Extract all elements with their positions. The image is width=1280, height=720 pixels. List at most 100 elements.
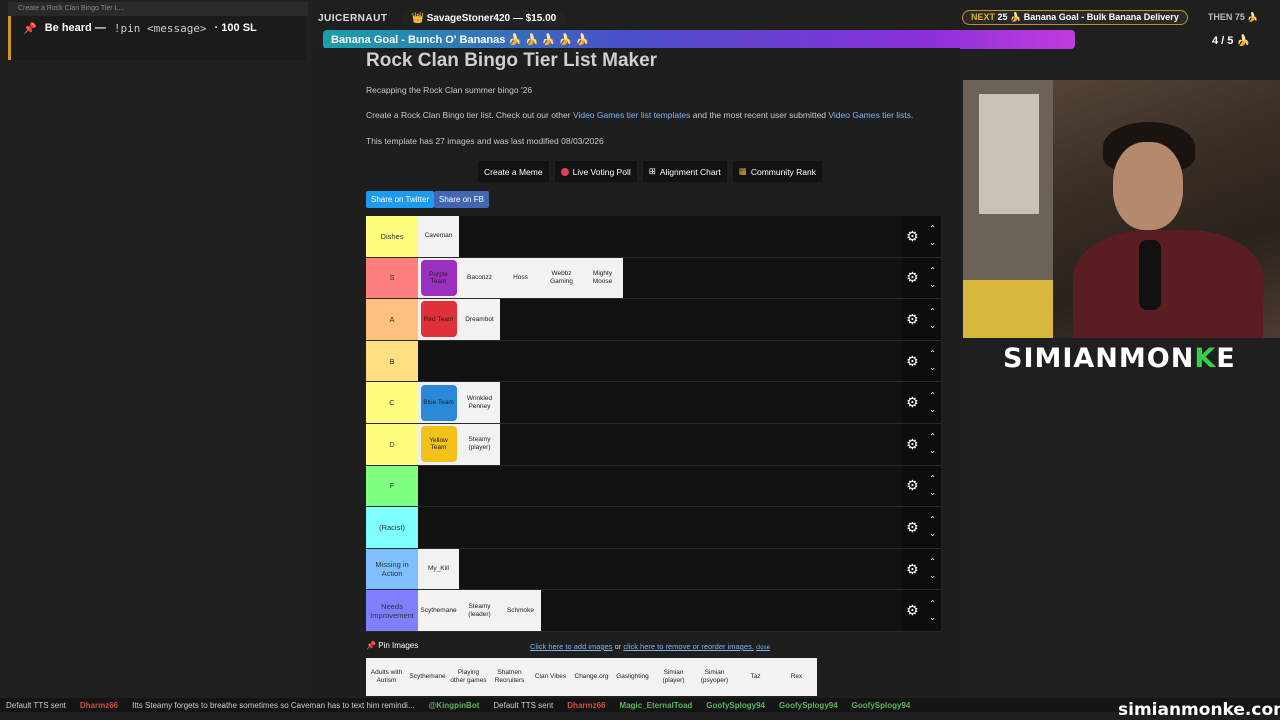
reorder-images-link[interactable]: click here to remove or reorder images. [623,642,753,651]
tier-label[interactable]: D [366,423,418,465]
chevron-down-icon[interactable]: ⌄ [929,319,936,333]
tier-label[interactable]: A [366,299,418,340]
tier-row: Needs Improvement Scythemane Steamy (leade… [366,590,941,632]
create-meme-button[interactable]: Create a Meme [478,161,549,182]
chevron-up-icon[interactable]: ⌃ [929,555,936,569]
tier-item[interactable]: Dreambot [459,299,500,340]
chevron-up-icon[interactable]: ⌃ [929,597,936,611]
tier-label[interactable]: (Racist) [366,507,418,548]
ticker-username: GoofySplogy94 [851,700,911,710]
gear-icon[interactable]: ⚙ [906,353,919,370]
chevron-up-icon[interactable]: ⌃ [929,430,936,444]
live-voting-poll-button[interactable]: Live Voting Poll [554,161,637,182]
poll-dot-icon [560,167,569,176]
chevron-up-icon[interactable]: ⌃ [929,305,936,319]
tier-row: (Racist) ⚙ ⌃ ⌄ [366,507,941,549]
alignment-chart-button[interactable]: ⊞ Alignment Chart [642,161,727,182]
grid-icon: ⊞ [648,166,656,176]
bank-item[interactable]: Gaslighting [612,658,653,696]
tier-item[interactable]: Caveman [418,216,459,257]
tier-label[interactable]: Missing in Action [366,548,418,590]
tier-label[interactable]: Dishes [366,216,418,257]
image-bank: Adults with Autism Scythemane Playing othe… [366,658,817,696]
bank-item[interactable]: Taz [735,658,776,696]
chevron-up-icon[interactable]: ⌃ [929,347,936,361]
bank-item[interactable]: Rex [776,658,817,696]
tier-item[interactable]: Mighty Moose [582,257,623,299]
tier-label[interactable]: S [366,257,418,299]
chevron-up-icon[interactable]: ⌃ [929,472,936,486]
pin-command: !pin <message> [113,22,207,35]
browser-tab[interactable]: Create a Rock Clan Bingo Tier L... [8,2,308,16]
tier-item[interactable]: Hoss [500,257,541,299]
tier-label[interactable]: F [366,465,418,507]
gear-icon[interactable]: ⚙ [906,561,919,578]
tier-item[interactable]: Wrinkled Penney [459,382,500,423]
tier-controls: ⚙ ⌃ ⌄ [901,590,941,631]
add-images-link[interactable]: Click here to add images [530,642,613,651]
tier-label[interactable]: Needs Improvement [366,590,418,631]
bank-item[interactable]: Simian (psyoper) [694,658,735,696]
gear-icon[interactable]: ⚙ [906,228,919,245]
chevron-down-icon[interactable]: ⌄ [929,403,936,417]
gear-icon[interactable]: ⚙ [906,394,919,411]
bank-item[interactable]: Scythemane [407,658,448,696]
next-goal-pill: NEXT 25 🍌 Banana Goal - Bulk Banana Deli… [962,9,1188,25]
tier-controls: ⚙ ⌃ ⌄ [901,216,941,257]
gear-icon[interactable]: ⚙ [906,436,919,453]
chevron-up-icon[interactable]: ⌃ [929,389,936,403]
chevron-down-icon[interactable]: ⌄ [929,361,936,375]
gear-icon[interactable]: ⚙ [906,269,919,286]
bank-item[interactable]: Adults with Autism [366,658,407,696]
gear-icon[interactable]: ⚙ [906,602,919,619]
templates-link[interactable]: Video Games tier list templates [573,110,690,120]
chevron-down-icon[interactable]: ⌄ [929,611,936,625]
chevron-down-icon[interactable]: ⌄ [929,486,936,500]
share-fb-button[interactable]: Share on FB [434,191,489,208]
chevron-down-icon[interactable]: ⌄ [929,444,936,458]
gear-icon[interactable]: ⚙ [906,519,919,536]
tier-controls: ⚙ ⌃ ⌄ [901,507,941,548]
share-twitter-button[interactable]: Share on Twitter [366,191,435,208]
tier-item[interactable]: My_Kill [418,548,459,590]
bank-item[interactable]: Simian (player) [653,658,694,696]
chevron-down-icon[interactable]: ⌄ [929,569,936,583]
chevron-down-icon[interactable]: ⌄ [929,236,936,250]
tier-item[interactable]: Purple Team [418,257,459,299]
user-lists-link[interactable]: Video Games tier lists [828,110,911,120]
tier-item[interactable]: Steamy (player) [459,423,500,465]
watermark: simianmonke.com [1118,700,1280,720]
tier-list-page: Rock Clan Bingo Tier List Maker Recappin… [312,48,960,696]
tier-item[interactable]: Baconzz [459,257,500,299]
tier-item[interactable]: Scythemane [418,590,459,631]
bank-item[interactable]: Change.org [571,658,612,696]
tier-item[interactable]: Red Team [418,299,459,340]
community-rank-button[interactable]: ▦ Community Rank [732,161,823,182]
banana-goal-bar: Banana Goal - Bunch O' Bananas 🍌 🍌 🍌 🍌 🍌 [323,30,1075,49]
tier-item[interactable]: Schmoke [500,590,541,631]
chevron-up-icon[interactable]: ⌃ [929,513,936,527]
add-images-row: Click here to add images or click here t… [530,642,770,651]
pin-prompt: Be heard — [44,22,106,34]
tier-label[interactable]: B [366,340,418,382]
tier-item[interactable]: Steamy (leader) [459,590,500,631]
tier-item[interactable]: Yellow Team [418,423,459,465]
chevron-down-icon[interactable]: ⌄ [929,278,936,292]
chevron-up-icon[interactable]: ⌃ [929,264,936,278]
bank-item[interactable]: Clan Vibes [530,658,571,696]
ticker-message: Default TTS sent [493,700,554,710]
tier-item[interactable]: Webbz Gaming [541,257,582,299]
tier-row: F ⚙ ⌃ ⌄ [366,465,941,508]
chevron-down-icon[interactable]: ⌄ [929,527,936,541]
bank-item[interactable]: Playing other games [448,658,489,696]
tier-label[interactable]: C [366,382,418,423]
pin-images[interactable]: 📌 Pin Images [366,641,418,650]
tier-items: Yellow Team Steamy (player) [418,423,500,465]
ticker-username: GoofySplogy94 [706,700,765,710]
tier-item[interactable]: Blue Team [418,382,459,423]
bank-item[interactable]: Shatnen Recruiters [489,658,530,696]
close-link[interactable]: close [756,645,770,651]
chevron-up-icon[interactable]: ⌃ [929,222,936,236]
gear-icon[interactable]: ⚙ [906,477,919,494]
gear-icon[interactable]: ⚙ [906,311,919,328]
